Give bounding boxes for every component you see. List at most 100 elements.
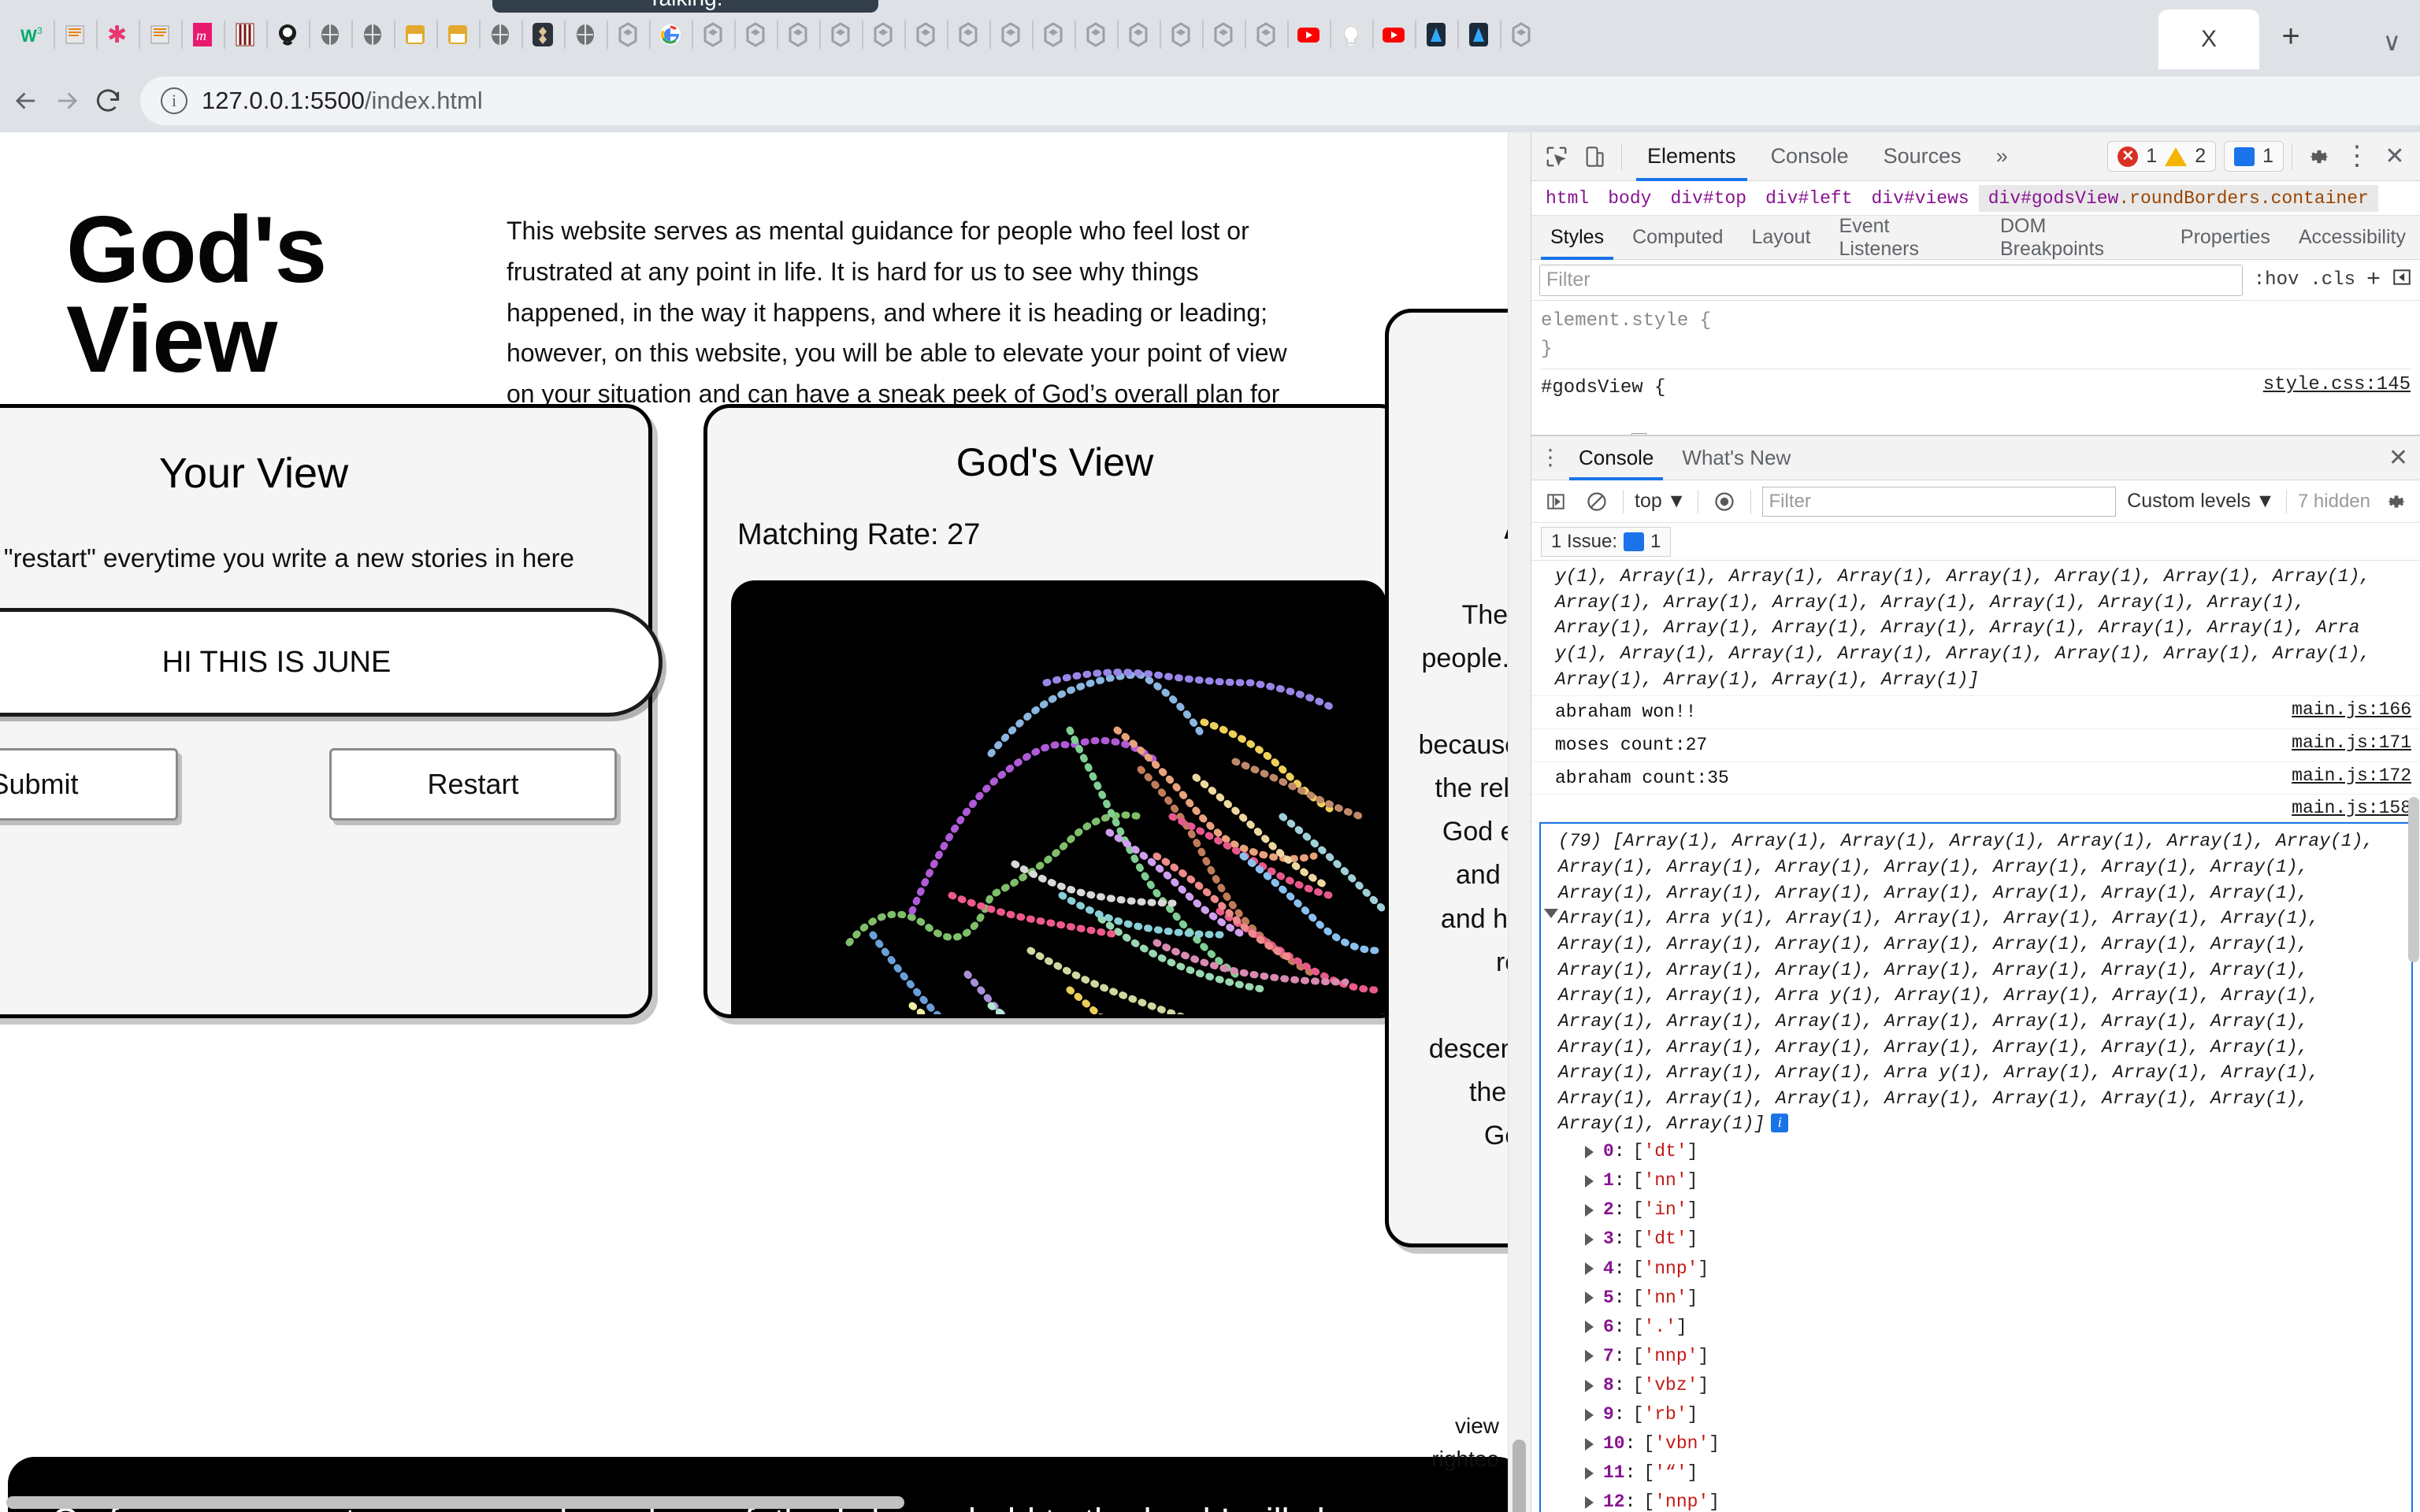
devtools-tab-console[interactable]: Console — [1754, 132, 1866, 181]
bookmark-yellow-2[interactable] — [436, 0, 479, 69]
drawer-tab-console[interactable]: Console — [1564, 436, 1668, 480]
bookmark-unity-8[interactable] — [947, 0, 989, 69]
forward-button[interactable] — [52, 76, 82, 126]
rule-selector[interactable]: #godsView { — [1541, 374, 1665, 402]
drawer-close-icon[interactable]: ✕ — [2388, 444, 2408, 472]
bookmark-unity-12[interactable] — [1117, 0, 1160, 69]
console-settings-gear-icon[interactable] — [2381, 487, 2411, 517]
array-item[interactable]: 4:['nnp'] — [1585, 1254, 2403, 1284]
log-row-abraham-count[interactable]: abraham count:35 main.js:172 — [1531, 762, 2420, 795]
bookmark-github-2[interactable] — [1330, 0, 1372, 69]
cls-toggle[interactable]: .cls — [2310, 269, 2355, 291]
devtools-close-icon[interactable]: ✕ — [2376, 138, 2414, 176]
bookmark-unity-9[interactable] — [989, 0, 1032, 69]
page-vertical-scrollbar-track[interactable] — [1508, 132, 1531, 1512]
expand-item-icon[interactable] — [1585, 1408, 1594, 1421]
restart-button[interactable]: Restart — [329, 748, 617, 821]
bookmark-globe-1[interactable] — [309, 0, 351, 69]
bookmark-adobe-1[interactable] — [1415, 0, 1457, 69]
expand-item-icon[interactable] — [1585, 1466, 1594, 1480]
console-levels-select[interactable]: Custom levels ▼ — [2127, 490, 2275, 513]
expand-item-icon[interactable] — [1585, 1495, 1594, 1509]
gods-view-visualization[interactable] — [731, 580, 1386, 1014]
story-input[interactable]: HI THIS IS JUNE — [0, 608, 663, 717]
tab-computed[interactable]: Computed — [1618, 216, 1737, 260]
bookmark-youtube-2[interactable] — [1372, 0, 1415, 69]
log-row-selected-array[interactable]: (79) [Array(1), Array(1), Array(1), Arra… — [1539, 822, 2413, 1512]
bookmark-adobe-2[interactable] — [1457, 0, 1500, 69]
console-context-select[interactable]: top ▼ — [1635, 490, 1687, 513]
info-badge-icon[interactable]: i — [1771, 1114, 1789, 1133]
array-item[interactable]: 8:['vbz'] — [1585, 1371, 2403, 1400]
log-abraham-won-source[interactable]: main.js:166 — [2292, 699, 2411, 720]
toggle-sidebar-icon[interactable] — [2392, 267, 2412, 294]
page-vertical-scrollbar-thumb[interactable] — [1512, 1440, 1526, 1512]
url-bar[interactable]: i 127.0.0.1:5500/index.html — [140, 76, 2420, 125]
log-moses-count-source[interactable]: main.js:171 — [2292, 732, 2411, 753]
devtools-more-tabs-icon[interactable]: » — [1979, 132, 2025, 181]
array-item[interactable]: 7:['nnp'] — [1585, 1342, 2403, 1371]
breadcrumb-item-views[interactable]: div#views — [1861, 185, 1978, 212]
bookmark-yellow-1[interactable] — [394, 0, 436, 69]
drawer-tab-whats-new[interactable]: What's New — [1668, 436, 1805, 480]
reload-button[interactable] — [93, 76, 123, 126]
site-info-icon[interactable]: i — [161, 87, 187, 114]
bookmark-unity-14[interactable] — [1202, 0, 1245, 69]
array-item[interactable]: 3:['dt'] — [1585, 1225, 2403, 1254]
expand-item-icon[interactable] — [1585, 1379, 1594, 1392]
log-row-moses-count[interactable]: moses count:27 main.js:171 — [1531, 729, 2420, 762]
bookmark-github[interactable] — [266, 0, 309, 69]
tab-list-caret-icon[interactable]: ∨ — [2383, 27, 2401, 57]
array-item[interactable]: 5:['nn'] — [1585, 1284, 2403, 1313]
inspect-element-icon[interactable] — [1538, 138, 1576, 176]
expand-item-icon[interactable] — [1585, 1145, 1594, 1158]
device-toolbar-icon[interactable] — [1576, 138, 1613, 176]
bookmark-unity-11[interactable] — [1075, 0, 1117, 69]
expand-item-icon[interactable] — [1585, 1233, 1594, 1246]
tab-accessibility[interactable]: Accessibility — [2285, 216, 2420, 260]
array-item[interactable]: 0:['dt'] — [1585, 1137, 2403, 1166]
log-row-array-tail[interactable]: y(1), Array(1), Array(1), Array(1), Arra… — [1531, 561, 2420, 697]
devtools-tab-sources[interactable]: Sources — [1866, 132, 1979, 181]
log-abraham-count-source[interactable]: main.js:172 — [2292, 765, 2411, 786]
breadcrumb-item-html[interactable]: html — [1536, 185, 1598, 212]
breadcrumb-item-top[interactable]: div#top — [1661, 185, 1756, 212]
array-item[interactable]: 6:['.'] — [1585, 1313, 2403, 1342]
back-button[interactable] — [11, 76, 41, 126]
tab-styles[interactable]: Styles — [1536, 216, 1618, 260]
array-item[interactable]: 2:['in'] — [1585, 1195, 2403, 1225]
submit-button[interactable]: Submit — [0, 748, 178, 821]
browser-tab-active[interactable]: X — [2158, 9, 2259, 69]
log-row-blank[interactable]: main.js:158 — [1531, 795, 2420, 823]
bookmark-unity-15[interactable] — [1245, 0, 1287, 69]
array-item[interactable]: 11:['“'] — [1585, 1458, 2403, 1488]
bookmark-notes[interactable] — [54, 0, 96, 69]
expand-item-icon[interactable] — [1585, 1174, 1594, 1188]
expand-item-icon[interactable] — [1585, 1262, 1594, 1276]
expand-item-icon[interactable] — [1585, 1350, 1594, 1363]
new-tab-button[interactable]: + — [2269, 14, 2313, 58]
bookmark-globe-2[interactable] — [351, 0, 394, 69]
tab-event-listeners[interactable]: Event Listeners — [1825, 215, 1986, 260]
array-item[interactable]: 1:['nn'] — [1585, 1166, 2403, 1195]
bookmark-w3schools[interactable]: W3 — [11, 0, 54, 69]
console-sidebar-icon[interactable] — [1541, 487, 1571, 517]
bookmark-asterisk[interactable]: ✱ — [96, 0, 139, 69]
array-item[interactable]: 9:['rb'] — [1585, 1400, 2403, 1429]
issues-counter[interactable]: 1 — [2224, 141, 2284, 172]
breadcrumb-item-body[interactable]: body — [1598, 185, 1661, 212]
array-item[interactable]: 12:['nnp'] — [1585, 1488, 2403, 1512]
new-style-rule-icon[interactable]: + — [2366, 267, 2381, 294]
live-expression-icon[interactable] — [1709, 487, 1739, 517]
bookmark-youtube-1[interactable] — [1287, 0, 1330, 69]
log-row-abraham-won[interactable]: abraham won!! main.js:166 — [1531, 696, 2420, 729]
log-blank-source[interactable]: main.js:158 — [2292, 798, 2411, 818]
tab-layout[interactable]: Layout — [1737, 216, 1824, 260]
array-item[interactable]: 10:['vbn'] — [1585, 1429, 2403, 1458]
drawer-menu-icon[interactable]: ⋮ — [1536, 447, 1564, 468]
console-log-list[interactable]: y(1), Array(1), Array(1), Array(1), Arra… — [1531, 561, 2420, 1512]
issue-chip[interactable]: 1 Issue: 1 — [1541, 526, 1672, 557]
bookmark-unity-7[interactable] — [904, 0, 947, 69]
hov-toggle[interactable]: :hov — [2254, 269, 2299, 291]
devtools-menu-icon[interactable]: ⋮ — [2338, 138, 2376, 176]
